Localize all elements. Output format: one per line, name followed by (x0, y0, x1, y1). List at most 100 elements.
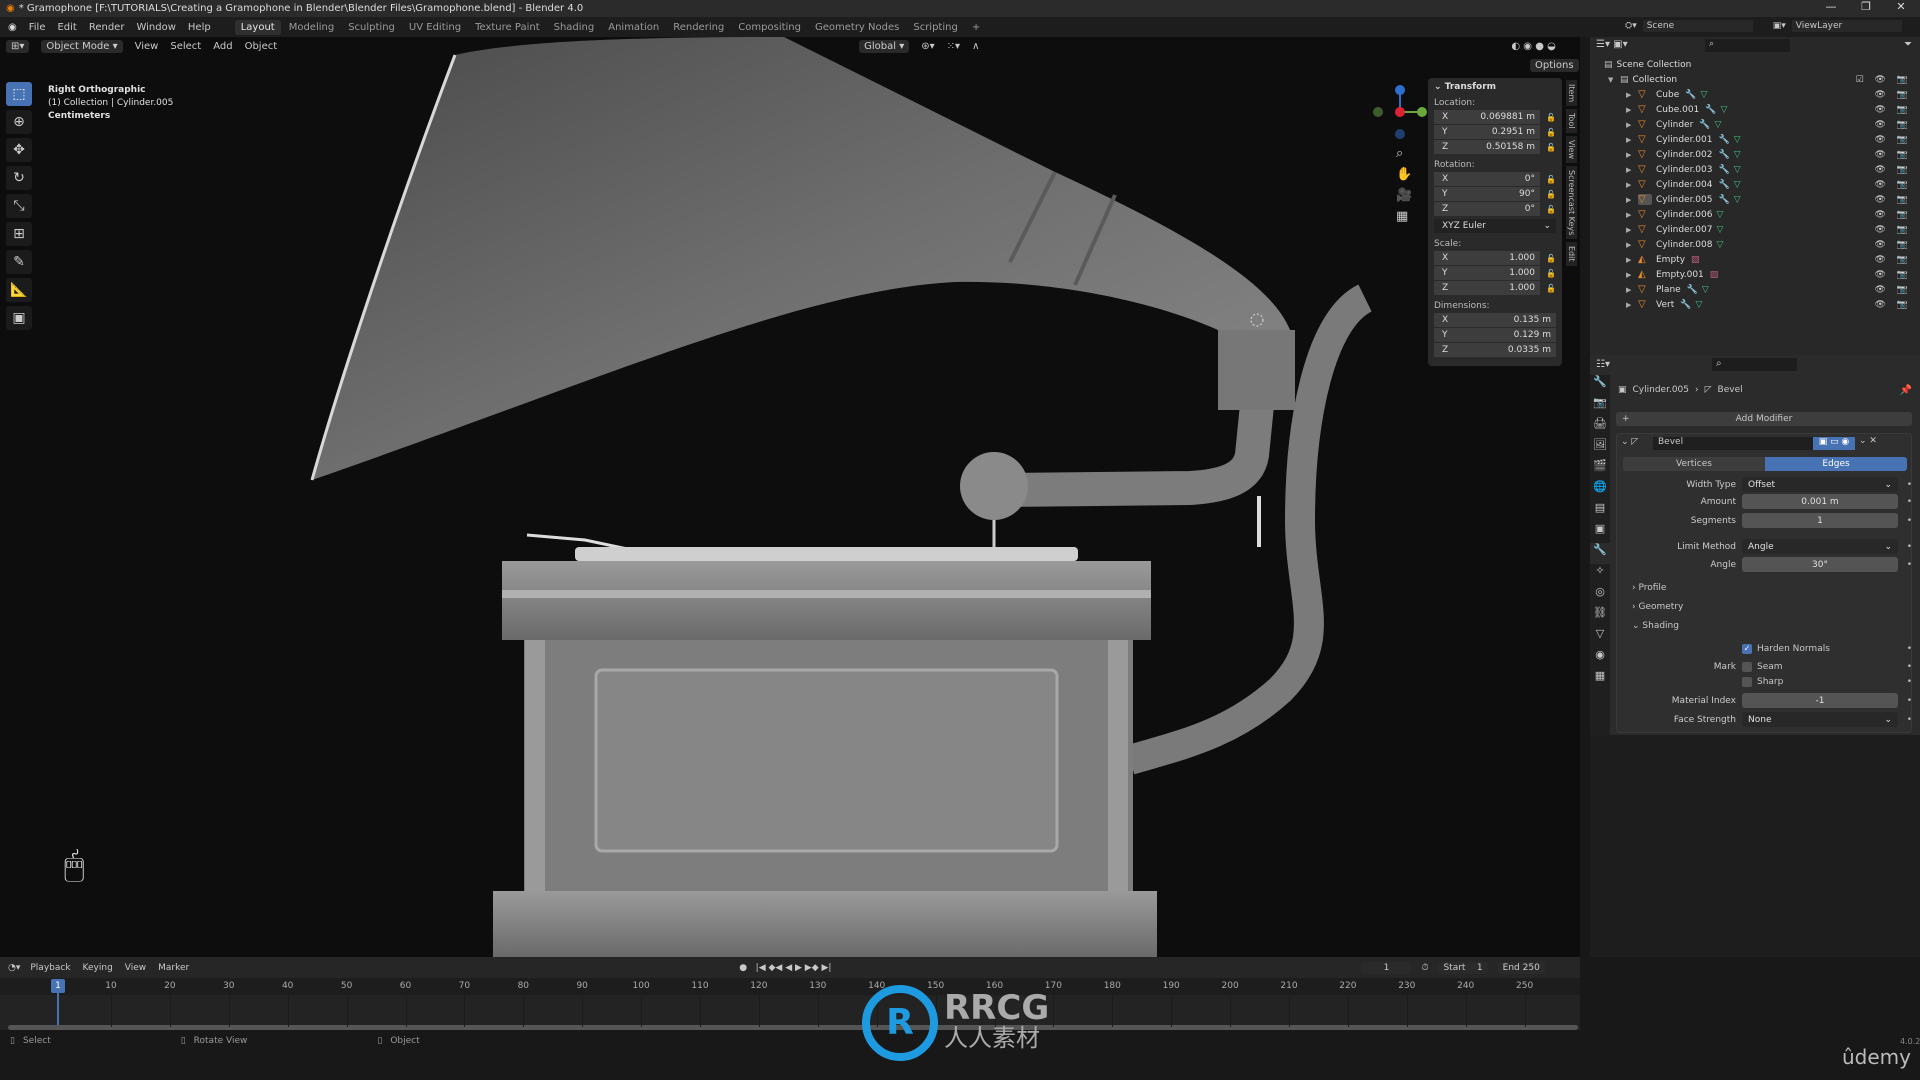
dimensions-y-field[interactable]: Y 0.129 m (1434, 328, 1556, 342)
wrench-icon[interactable]: 🔧 (1718, 135, 1729, 145)
mesh-data-icon[interactable]: ▽ (1734, 195, 1741, 205)
expand-icon[interactable]: ▶ (1626, 211, 1638, 219)
image-icon[interactable]: ▨ (1691, 255, 1700, 265)
location-y-field[interactable]: Y 0.2951 m (1434, 125, 1540, 139)
properties-tab-modifier-icon[interactable]: 🔧 (1590, 543, 1610, 564)
outliner-item[interactable]: ▶ ▽ Cylinder.002 🔧 ▽ 👁 📷 (1590, 147, 1920, 162)
properties-tab-particles-icon[interactable]: ✧ (1590, 564, 1610, 585)
snap-icon[interactable]: ⁙▾ (947, 41, 960, 52)
expand-icon[interactable]: ▶ (1626, 136, 1638, 144)
outliner-item[interactable]: ▶ ▽ Cube 🔧 ▽ 👁 📷 (1590, 87, 1920, 102)
playhead[interactable]: 1 (51, 979, 65, 993)
measure-icon[interactable]: 📐 (6, 278, 32, 302)
expand-icon[interactable]: ▶ (1626, 271, 1638, 279)
properties-tab-object-icon[interactable]: ▣ (1590, 522, 1610, 543)
timeline-menu-marker[interactable]: Marker (158, 963, 189, 973)
close-button[interactable]: ✕ (1886, 0, 1916, 17)
editor-type-button[interactable]: ⊞▾ (6, 40, 30, 53)
outliner-display-mode[interactable]: ☰▾ ▣▾ (1596, 39, 1628, 50)
zoom-icon[interactable]: ⌕ (1396, 146, 1412, 161)
angle-field[interactable]: 30° (1742, 557, 1898, 572)
move-icon[interactable]: ✥ (6, 138, 32, 162)
tab-compositing[interactable]: Compositing (732, 20, 807, 35)
wrench-icon[interactable]: 🔧 (1687, 285, 1698, 295)
outliner-item[interactable]: ▶ ▽ Plane 🔧 ▽ 👁 📷 (1590, 282, 1920, 297)
properties-tab-texture-icon[interactable]: ▦ (1590, 669, 1610, 690)
expand-icon[interactable]: ▶ (1626, 181, 1638, 189)
minimize-button[interactable]: — (1816, 0, 1846, 17)
tab-modeling[interactable]: Modeling (283, 20, 341, 35)
location-x-field[interactable]: X 0.069881 m (1434, 110, 1540, 124)
timeline-menu-keying[interactable]: Keying (83, 963, 113, 973)
rotation-y-field[interactable]: Y 90° (1434, 187, 1540, 201)
expand-icon[interactable]: ▼ (1608, 76, 1620, 84)
tab-animation[interactable]: Animation (602, 20, 665, 35)
rotate-icon[interactable]: ↻ (6, 166, 32, 190)
rotation-x-field[interactable]: X 0° (1434, 172, 1540, 186)
visibility-icons[interactable]: 👁 📷 (1875, 210, 1913, 220)
editor-type-button[interactable]: ☷▾ (1596, 359, 1610, 370)
tab-edges[interactable]: Edges (1765, 457, 1907, 471)
wrench-icon[interactable]: 🔧 (1705, 105, 1716, 115)
tab-rendering[interactable]: Rendering (667, 20, 730, 35)
rotation-mode-dropdown[interactable]: XYZ Euler ⌄ (1434, 219, 1556, 233)
end-frame-field[interactable]: End 250 (1497, 961, 1545, 974)
wrench-icon[interactable]: 🔧 (1699, 120, 1710, 130)
pivot-icon[interactable]: ⊛▾ (921, 41, 934, 52)
expand-icon[interactable]: ▶ (1626, 196, 1638, 204)
rotation-z-field[interactable]: Z 0° (1434, 202, 1540, 216)
harden-normals-checkbox[interactable]: ✓ Harden Normals (1742, 643, 1898, 654)
wrench-icon[interactable]: 🔧 (1718, 165, 1729, 175)
mesh-data-icon[interactable]: ▽ (1716, 225, 1723, 235)
visibility-icons[interactable]: 👁 📷 (1875, 240, 1913, 250)
sidebar-tab-view[interactable]: View (1566, 135, 1577, 163)
visibility-icons[interactable]: 👁 📷 (1875, 135, 1913, 145)
select-box-icon[interactable]: ⬚ (6, 82, 32, 106)
expand-icon[interactable]: ▶ (1626, 286, 1638, 294)
menu-file[interactable]: File (29, 22, 46, 33)
lock-icon[interactable]: 🔓 (1540, 190, 1556, 199)
collection-row[interactable]: ▼ ▤ Collection ☑ 👁 📷 (1590, 72, 1920, 87)
outliner-item[interactable]: ▶ ▽ Cylinder.007 ▽ 👁 📷 (1590, 222, 1920, 237)
tab-texture-paint[interactable]: Texture Paint (469, 20, 546, 35)
3d-viewport[interactable] (0, 37, 1580, 957)
expand-icon[interactable]: ▶ (1626, 256, 1638, 264)
pin-icon[interactable]: 📌 (1900, 385, 1912, 396)
grid-icon[interactable]: ▦ (1396, 209, 1412, 224)
playback-controls[interactable]: ● |◀ ◆◀ ◀ ▶ ▶◆ ▶| (739, 963, 831, 973)
visibility-icons[interactable]: 👁 📷 (1875, 225, 1913, 235)
editor-type-icon[interactable]: ◔▾ (8, 963, 20, 973)
scale-icon[interactable]: ⤡ (6, 194, 32, 218)
add-modifier-button[interactable]: + Add Modifier (1616, 412, 1912, 426)
scene-selector[interactable]: ⛭▾ Scene ▣▾ ViewLayer (1625, 20, 1902, 32)
visibility-icons[interactable]: 👁 📷 (1875, 270, 1913, 280)
visibility-icons[interactable]: 👁 📷 (1875, 120, 1913, 130)
cursor-icon[interactable]: ⊕ (6, 110, 32, 134)
tab-uv-editing[interactable]: UV Editing (403, 20, 467, 35)
seam-checkbox[interactable]: Seam (1742, 661, 1898, 672)
sidebar-tab-tool[interactable]: Tool (1566, 109, 1577, 133)
scale-z-field[interactable]: Z 1.000 (1434, 281, 1540, 295)
orientation-dropdown[interactable]: Global ▾ (859, 40, 910, 53)
timeline-menu-playback[interactable]: Playback (30, 963, 70, 973)
visibility-icons[interactable]: 👁 📷 (1875, 255, 1913, 265)
modifier-visibility-toggles[interactable]: ▣ ▭ ◉ (1813, 437, 1855, 450)
lock-icon[interactable]: 🔓 (1540, 269, 1556, 278)
properties-tab-data-icon[interactable]: ▽ (1590, 627, 1610, 648)
wrench-icon[interactable]: 🔧 (1685, 90, 1696, 100)
visibility-icons[interactable]: 👁 📷 (1875, 165, 1913, 175)
sharp-checkbox[interactable]: Sharp (1742, 676, 1898, 687)
frame-ruler[interactable]: 10 20 30 40 50 60 70 80 90 100 110 120 130 140 150 160 1… (0, 978, 1580, 995)
properties-tab-scene-icon[interactable]: 🎬 (1590, 459, 1610, 480)
properties-tab-material-icon[interactable]: ◉ (1590, 648, 1610, 669)
expand-icon[interactable]: ▶ (1626, 166, 1638, 174)
scale-y-field[interactable]: Y 1.000 (1434, 266, 1540, 280)
mesh-data-icon[interactable]: ▽ (1734, 135, 1741, 145)
visibility-icons[interactable]: 👁 📷 (1875, 285, 1913, 295)
outliner-item[interactable]: ▶ ▽ Cylinder.005 🔧 ▽ 👁 📷 (1590, 192, 1920, 207)
mesh-data-icon[interactable]: ▽ (1700, 90, 1707, 100)
tab-vertices[interactable]: Vertices (1623, 457, 1765, 471)
expand-icon[interactable]: ▶ (1626, 301, 1638, 309)
outliner-item[interactable]: ▶ ▽ Vert 🔧 ▽ 👁 📷 (1590, 297, 1920, 312)
lock-icon[interactable]: 🔓 (1540, 254, 1556, 263)
